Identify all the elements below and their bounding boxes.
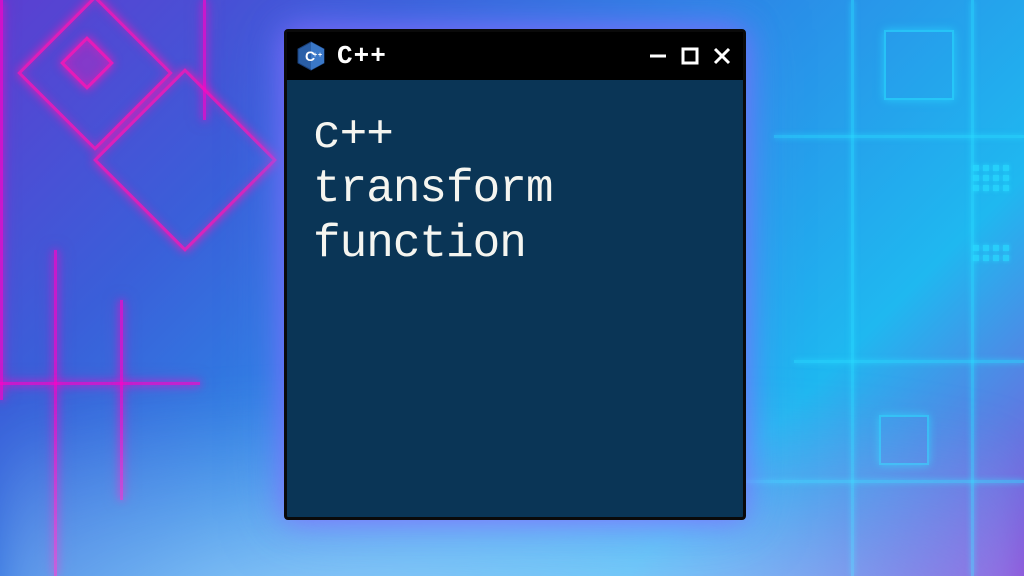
- maximize-button[interactable]: [679, 45, 701, 67]
- cpp-icon: C + +: [295, 40, 327, 72]
- window-controls: [647, 45, 733, 67]
- titlebar[interactable]: C + + C++: [287, 32, 743, 80]
- terminal-window: C + + C++ c++ transform function: [284, 29, 746, 520]
- minimize-button[interactable]: [647, 45, 669, 67]
- svg-text:+: +: [318, 52, 322, 59]
- svg-text:+: +: [313, 52, 317, 59]
- terminal-content: c++ transform function: [287, 80, 743, 517]
- window-title: C++: [337, 41, 637, 71]
- close-button[interactable]: [711, 45, 733, 67]
